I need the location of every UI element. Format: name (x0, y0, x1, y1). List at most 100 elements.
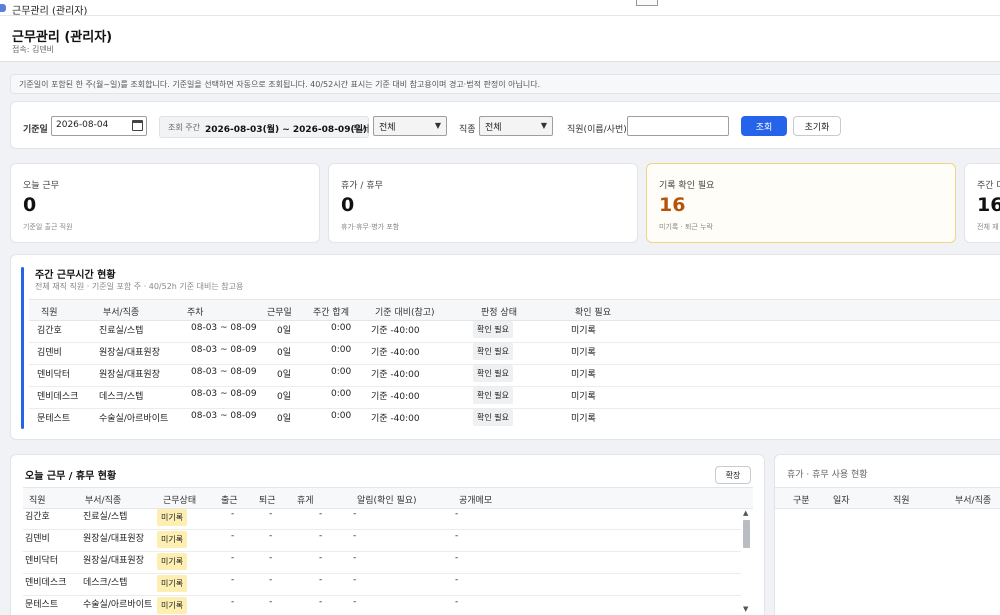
cell-week: 08-03 ~ 08-09 (191, 367, 257, 377)
row-divider (23, 595, 741, 596)
cell-name: 김간호 (37, 326, 62, 336)
column-header: 판정 상태 (481, 308, 517, 318)
cell-check: 미기록 (571, 348, 596, 358)
stat-sub: 미기록 · 퇴근 누락 (659, 223, 713, 231)
cell-name: 김간호 (25, 512, 50, 522)
expand-button[interactable]: 확장 (715, 466, 751, 484)
notice-text: 기준일이 포함된 한 주(월~일)를 조회합니다. 기준일을 선택하면 자동으로… (19, 80, 541, 89)
date-input[interactable]: 2026-08-04 (51, 116, 147, 136)
cell-name: 김덴비 (25, 534, 50, 544)
section-title: 주간 근무시간 현황 (35, 270, 116, 281)
cell-dept: 데스크/스텝 (83, 578, 128, 588)
today-status-panel: 오늘 근무 / 휴무 현황 확장 직원 부서/직종 근무상태 출근 퇴근 휴게 … (10, 454, 765, 615)
column-header: 확인 필요 (575, 308, 611, 318)
column-header: 알림(확인 필요) (357, 496, 417, 506)
scrollbar-thumb[interactable] (743, 520, 750, 548)
cell-diff: 기준 -40:00 (371, 348, 420, 358)
reset-button[interactable]: 초기화 (793, 116, 841, 136)
row-divider (29, 364, 1000, 365)
row-divider (29, 342, 1000, 343)
cell-alert: - (353, 553, 357, 563)
stat-value: 0 (23, 194, 37, 216)
column-header: 일자 (833, 496, 850, 506)
work-status-chip: 미기록 (157, 509, 188, 526)
cell-rest: - (319, 509, 323, 519)
status-chip: 확인 필요 (473, 365, 513, 382)
column-header: 부서/직종 (955, 496, 992, 506)
cell-memo: - (455, 597, 459, 607)
app-icon (0, 4, 6, 12)
cell-rest: - (319, 575, 323, 585)
job-value: 전체 (485, 123, 502, 133)
stat-card-today-work: 오늘 근무 0 기준일 출근 직원 (10, 163, 320, 243)
dept-select[interactable]: 전체 ▼ (373, 116, 447, 136)
cell-check: 미기록 (571, 370, 596, 380)
cell-memo: - (455, 509, 459, 519)
row-divider (29, 408, 1000, 409)
search-button[interactable]: 조회 (741, 116, 787, 136)
cell-in: - (231, 575, 235, 585)
cell-dept: 수술실/아르바이트 (83, 600, 153, 610)
stat-label: 휴가 / 휴무 (341, 181, 383, 191)
cell-name: 덴비데스크 (37, 392, 79, 402)
cell-week: 08-03 ~ 08-09 (191, 411, 257, 421)
cell-days: 0일 (277, 348, 292, 358)
cell-diff: 기준 -40:00 (371, 370, 420, 380)
cell-total: 0:00 (331, 345, 352, 355)
column-header: 부서/직종 (103, 308, 140, 318)
staff-label: 직원(이름/사번) (567, 125, 627, 135)
cell-out: - (269, 509, 273, 519)
column-header: 직원 (893, 496, 910, 506)
dept-label: 부서 (353, 125, 370, 135)
leave-usage-panel: 휴가 · 휴무 사용 현황 구분 일자 직원 부서/직종 (774, 454, 1000, 615)
stat-label: 주간 대 (977, 181, 1000, 191)
weekly-hours-panel: 주간 근무시간 현황 전체 재직 직원 · 기준일 포함 주 · 40/52h … (10, 254, 1000, 440)
row-divider (23, 551, 741, 552)
cell-in: - (231, 553, 235, 563)
table-header: 구분 일자 직원 부서/직종 (775, 487, 1000, 509)
stat-value: 0 (341, 194, 355, 216)
week-label: 조회 주간 (168, 123, 200, 132)
cell-total: 0:00 (331, 411, 352, 421)
cell-name: 덴비닥터 (25, 556, 59, 566)
week-value: 2026-08-03(월) ~ 2026-08-09(일) (205, 125, 367, 135)
cell-days: 0일 (277, 392, 292, 402)
cell-rest: - (319, 597, 323, 607)
cell-in: - (231, 597, 235, 607)
cell-week: 08-03 ~ 08-09 (191, 323, 257, 333)
column-header: 근무상태 (163, 496, 197, 506)
column-header: 휴게 (297, 496, 314, 506)
cell-dept: 원장실/대표원장 (99, 348, 160, 358)
job-select[interactable]: 전체 ▼ (479, 116, 553, 136)
calendar-icon[interactable] (132, 120, 143, 131)
date-value: 2026-08-04 (56, 120, 109, 130)
scroll-down-icon[interactable]: ▼ (743, 605, 748, 613)
scroll-up-icon[interactable]: ▲ (743, 509, 748, 517)
section-title: 휴가 · 휴무 사용 현황 (787, 470, 868, 480)
cell-alert: - (353, 575, 357, 585)
chevron-down-icon: ▼ (540, 121, 547, 130)
stat-sub: 휴가·휴무·병가 포함 (341, 223, 400, 231)
cell-dept: 진료실/스텝 (99, 326, 144, 336)
window-title: 근무관리 (관리자) (12, 6, 88, 17)
logged-in-user: 접속: 김덴비 (12, 45, 55, 54)
stat-sub: 전체 재 (977, 223, 999, 231)
cell-name: 김덴비 (37, 348, 62, 358)
cell-week: 08-03 ~ 08-09 (191, 389, 257, 399)
table-scrollbar[interactable]: ▲ ▼ (742, 509, 752, 613)
column-header: 출근 (221, 496, 238, 506)
status-chip: 확인 필요 (473, 343, 513, 360)
section-subtitle: 전체 재직 직원 · 기준일 포함 주 · 40/52h 기준 대비는 참고용 (35, 282, 244, 291)
window-restore-button[interactable] (636, 0, 658, 6)
cell-days: 0일 (277, 326, 292, 336)
job-label: 직종 (459, 125, 476, 135)
staff-search-input[interactable] (627, 116, 729, 136)
cell-memo: - (455, 531, 459, 541)
section-title: 오늘 근무 / 휴무 현황 (25, 471, 117, 482)
stat-value: 16 (977, 194, 1000, 216)
cell-dept: 원장실/대표원장 (83, 556, 144, 566)
info-notice: 기준일이 포함된 한 주(월~일)를 조회합니다. 기준일을 선택하면 자동으로… (10, 74, 1000, 94)
row-divider (29, 386, 1000, 387)
row-divider (23, 529, 741, 530)
cell-name: 문테스트 (25, 600, 59, 610)
